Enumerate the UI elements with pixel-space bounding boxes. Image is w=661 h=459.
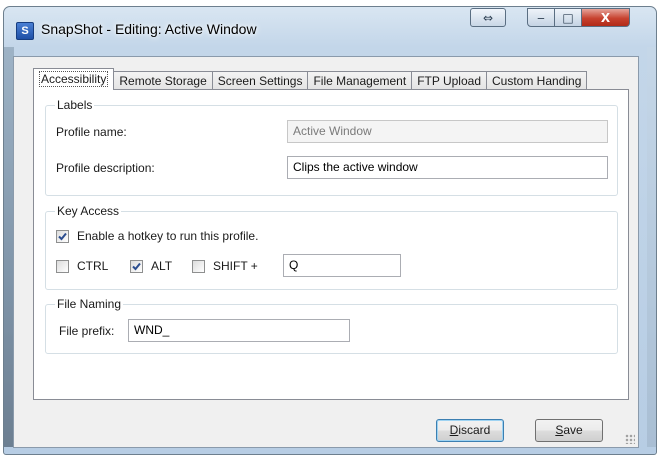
profile-description-field[interactable]: Clips the active window	[287, 156, 608, 179]
maximize-icon: □	[562, 10, 574, 25]
close-button[interactable]: X	[582, 8, 630, 27]
labels-group: Labels Profile name: Active Window Profi…	[45, 98, 618, 196]
file-naming-group-title: File Naming	[55, 297, 124, 311]
tab-strip: Accessibility Remote Storage Screen Sett…	[33, 68, 588, 90]
discard-button[interactable]: Discard	[436, 419, 504, 442]
alt-checkbox[interactable]	[130, 260, 143, 273]
ctrl-label: CTRL	[77, 259, 109, 273]
title-bar[interactable]: S SnapShot - Editing: Active Window ⇔ ‒ …	[4, 7, 656, 45]
key-access-group: Key Access Enable a hotkey to run this p…	[45, 204, 618, 290]
app-icon: S	[16, 22, 34, 40]
tab-file-management[interactable]: File Management	[307, 71, 413, 90]
tab-accessibility[interactable]: Accessibility	[33, 68, 115, 90]
file-naming-group: File Naming File prefix: WND_	[45, 297, 618, 354]
enable-hotkey-checkbox[interactable]	[56, 230, 69, 243]
alt-label: ALT	[151, 259, 173, 273]
tab-ftp-upload[interactable]: FTP Upload	[411, 71, 487, 90]
file-prefix-field[interactable]: WND_	[128, 319, 350, 342]
labels-group-title: Labels	[55, 98, 95, 112]
swap-arrows-button[interactable]: ⇔	[470, 8, 506, 27]
tab-remote-storage[interactable]: Remote Storage	[113, 71, 213, 90]
ctrl-checkbox[interactable]	[56, 260, 69, 273]
tab-custom-handing[interactable]: Custom Handing	[486, 71, 588, 90]
snapshot-window: S SnapShot - Editing: Active Window ⇔ ‒ …	[3, 6, 657, 455]
swap-arrows-icon: ⇔	[482, 10, 494, 25]
key-access-group-title: Key Access	[55, 204, 122, 218]
accessibility-panel: Labels Profile name: Active Window Profi…	[33, 89, 629, 400]
discard-label: iscard	[458, 423, 491, 437]
enable-hotkey-label: Enable a hotkey to run this profile.	[77, 229, 259, 243]
checkmark-icon	[58, 232, 67, 241]
minimize-icon: ‒	[537, 10, 545, 25]
checkmark-icon	[132, 262, 141, 271]
resize-grip[interactable]	[625, 434, 635, 444]
shift-checkbox[interactable]	[192, 260, 205, 273]
shift-label: SHIFT +	[213, 259, 258, 273]
tab-label: Accessibility	[39, 71, 109, 87]
profile-description-label: Profile description:	[56, 161, 155, 175]
minimize-button[interactable]: ‒	[527, 8, 555, 27]
tab-screen-settings[interactable]: Screen Settings	[211, 71, 309, 90]
maximize-button[interactable]: □	[555, 8, 582, 27]
profile-name-label: Profile name:	[56, 125, 127, 139]
profile-name-field[interactable]: Active Window	[287, 120, 608, 143]
close-icon: X	[600, 10, 611, 25]
file-prefix-label: File prefix:	[59, 324, 115, 338]
save-button[interactable]: Save	[535, 419, 603, 442]
window-title: SnapShot - Editing: Active Window	[41, 21, 257, 37]
hotkey-key-field[interactable]: Q	[283, 254, 401, 277]
save-label: ave	[563, 423, 583, 437]
client-area: Accessibility Remote Storage Screen Sett…	[13, 56, 639, 448]
